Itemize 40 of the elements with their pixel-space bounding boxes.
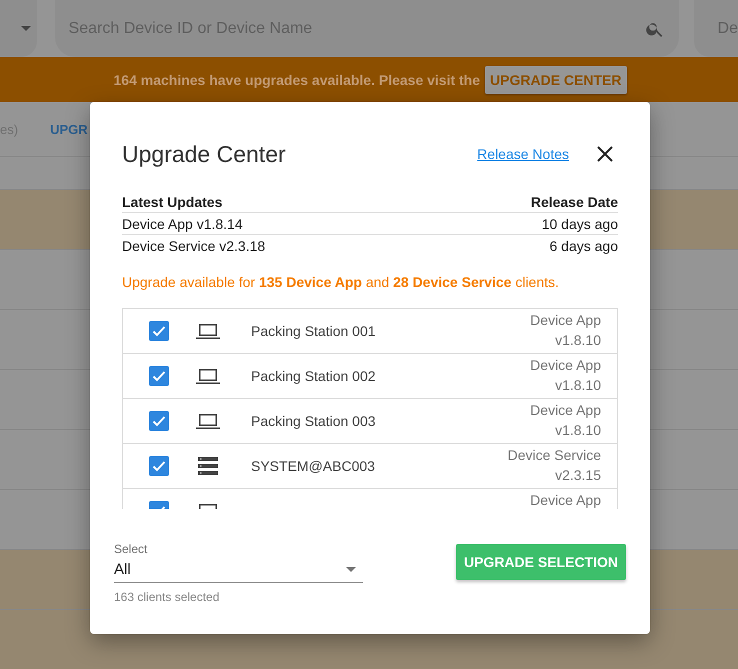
upgrade-notice: Upgrade available for 135 Device App and 28 Device Service clients. <box>122 273 560 292</box>
client-type: Device App <box>530 401 601 420</box>
client-version: v1.8.10 <box>555 376 601 395</box>
tab[interactable]: UPGR <box>50 122 88 136</box>
release-notes-link[interactable]: Release Notes <box>477 146 569 162</box>
table-cell: 10 days ago <box>430 212 618 234</box>
column-header: Release Date <box>430 191 618 212</box>
upgrade-center-button[interactable]: UPGRADE CENTER <box>485 66 626 94</box>
caret-icon[interactable] <box>20 26 31 31</box>
upgrade-selection-button[interactable]: UPGRADE SELECTION <box>456 544 626 580</box>
client-name: Packing Station 003 <box>251 413 376 429</box>
client-type: Device App <box>530 356 601 375</box>
client-type: Device App <box>530 311 601 330</box>
helper-text: 163 clients selected <box>114 590 220 604</box>
laptop-icon <box>196 368 220 384</box>
field-label: Select <box>114 542 148 556</box>
laptop-icon <box>196 412 220 430</box>
client-type: Device App <box>530 491 601 509</box>
column-header: Latest Updates <box>122 191 430 212</box>
dialog-title: Upgrade Center <box>122 140 287 168</box>
laptop-icon <box>196 322 220 340</box>
checkbox[interactable] <box>149 456 169 476</box>
checkbox[interactable] <box>149 366 169 386</box>
checkbox[interactable] <box>149 411 169 431</box>
client-name: SYSTEM@ABC003 <box>251 458 375 474</box>
table-cell: Device App v1.8.14 <box>122 212 430 234</box>
server-icon <box>198 457 218 475</box>
client-version: v1.8.10 <box>555 331 601 350</box>
close-icon[interactable] <box>597 146 613 162</box>
client-version: v1.8.10 <box>555 421 601 440</box>
banner-message: 164 machines have upgrades available. Please visit the <box>114 72 480 88</box>
checkbox[interactable] <box>149 321 169 341</box>
client-version: v2.3.15 <box>555 466 601 485</box>
caret-icon[interactable] <box>346 566 356 572</box>
client-name: Packing Station 002 <box>251 368 376 384</box>
table-cell: 6 days ago <box>430 234 618 256</box>
select-field[interactable]: All <box>114 556 363 583</box>
table-cell: Device Service v2.3.18 <box>122 234 430 256</box>
client-type: Device Service <box>508 446 601 465</box>
client-name: Packing Station 001 <box>251 323 376 339</box>
